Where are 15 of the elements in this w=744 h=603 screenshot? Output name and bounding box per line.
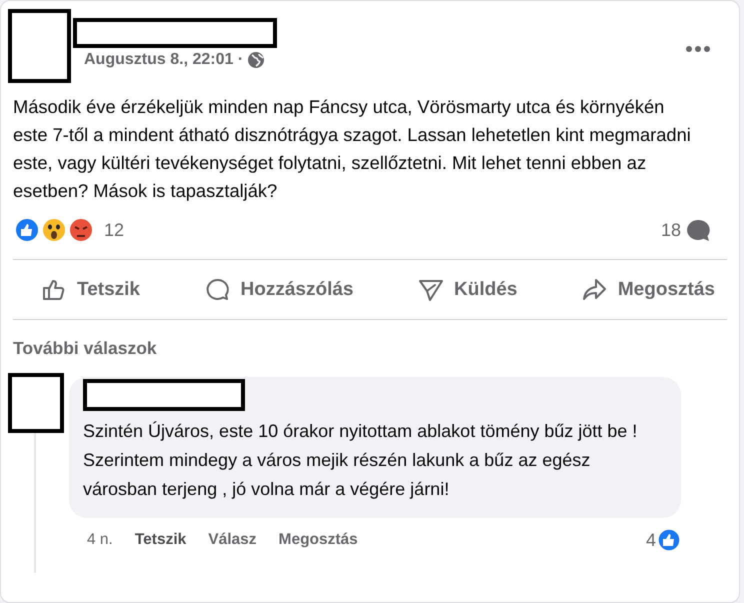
like-count[interactable]: 4 xyxy=(646,530,656,550)
comment-time[interactable]: 4 n. xyxy=(87,531,113,549)
post-text: Második éve érzékeljük minden nap Fáncsy utca, Vörösmarty utca és környékén este 7-től a mindent átható disznótrágya szagot. Lassan lehetetlen kint megmaradni este, vagy kültéri tevékenységet folytatni, szellőztetni. Mit lehet tenni ebben az esetben? Mások is tapasztalják? xyxy=(12,95,692,203)
action-button[interactable]: Hozzászólás xyxy=(204,276,354,302)
action-button[interactable]: Tetszik xyxy=(41,276,140,302)
comment-text: Szintén Újváros, este 10 órakor nyitottam ablakot tömény bűz jött be ! Szerintem mindegy a város mejik részén lakunk a bűz az egész városban terjeng , jó volna már a végére járni! xyxy=(83,420,638,501)
comment-action-link[interactable]: Tetszik xyxy=(134,531,186,549)
comment-action-link[interactable]: Megosztás xyxy=(278,531,358,549)
post-timestamp[interactable]: Augusztus 8., 22:01 · xyxy=(84,51,244,69)
reaction-count[interactable]: 12 xyxy=(104,220,124,240)
comment-count[interactable]: 18 xyxy=(660,220,681,240)
action-button[interactable]: Megosztás xyxy=(582,276,715,302)
more-replies-link[interactable]: További válaszok xyxy=(1,320,739,359)
action-button[interactable]: Küldés xyxy=(418,276,518,302)
comment-action-link[interactable]: Válasz xyxy=(208,531,257,549)
